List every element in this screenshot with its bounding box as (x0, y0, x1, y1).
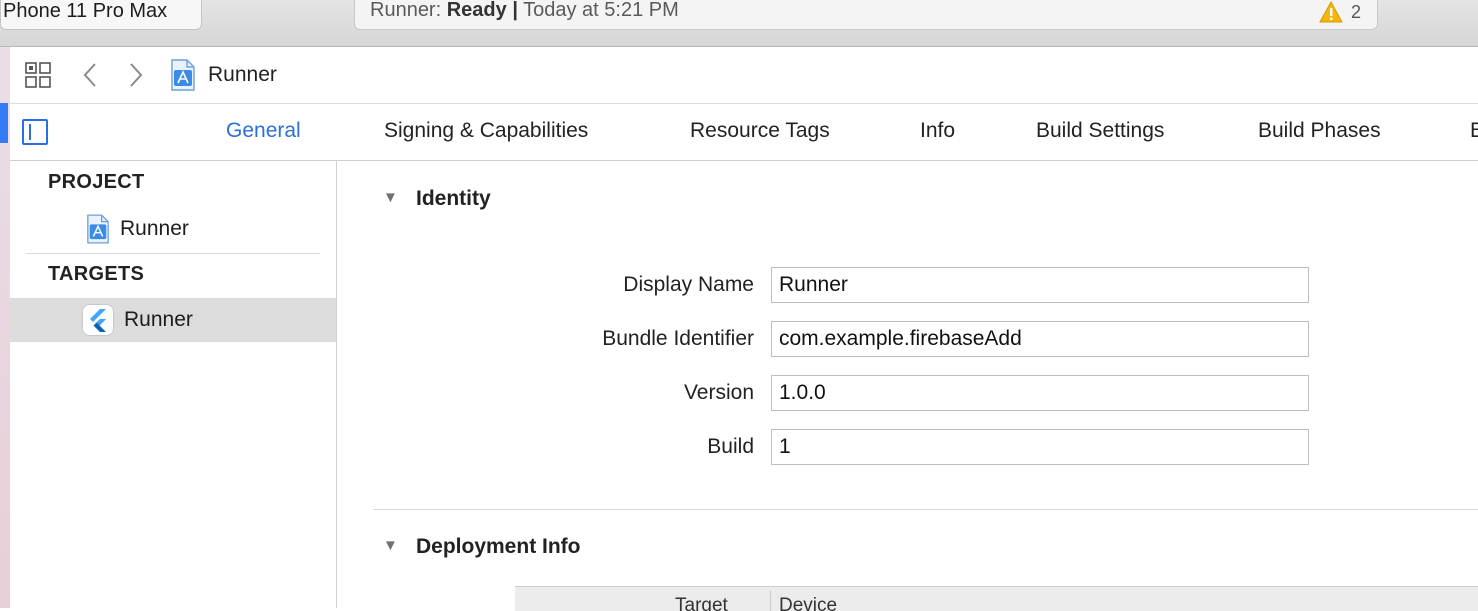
tab-resource-tags[interactable]: Resource Tags (690, 104, 830, 160)
build-status: Runner: Ready | Today at 5:21 PM (370, 0, 679, 23)
section-divider (26, 253, 320, 254)
forward-chevron-icon (130, 63, 143, 87)
section-divider (373, 509, 1478, 510)
related-items-grid-icon (25, 62, 51, 88)
warning-count: 2 (1350, 2, 1361, 22)
navigator-edge (0, 47, 10, 608)
status-time: Today at 5:21 PM (523, 0, 679, 21)
build-label: Build (707, 435, 754, 458)
tab-info[interactable]: Info (920, 104, 955, 160)
status-app: Runner: (370, 0, 442, 21)
project-section-header: PROJECT (48, 171, 145, 193)
back-chevron-icon (83, 63, 96, 87)
deployment-info-section-title: Deployment Info (416, 535, 581, 558)
sidebar-toggle-icon[interactable] (22, 119, 48, 145)
project-item-runner[interactable]: Runner (10, 207, 336, 251)
identity-section-title: Identity (416, 187, 491, 210)
tab-signing-capabilities[interactable]: Signing & Capabilities (384, 104, 588, 160)
warning-icon (1319, 1, 1343, 23)
version-label: Version (683, 381, 754, 404)
deployment-disclosure-triangle-icon[interactable]: ▼ (383, 537, 398, 554)
bundle-identifier-field[interactable] (771, 321, 1309, 357)
tab-build-rules-truncated[interactable]: B (1470, 104, 1478, 160)
forward-button[interactable] (128, 47, 144, 103)
identity-disclosure-triangle-icon[interactable]: ▼ (383, 189, 398, 206)
target-item-label: Runner (124, 308, 193, 331)
jump-bar-project[interactable]: Runner (170, 47, 277, 103)
display-name-field[interactable] (771, 267, 1309, 303)
status-state: Ready (446, 0, 507, 21)
status-separator: | (512, 0, 518, 21)
project-item-label: Runner (120, 217, 189, 240)
tab-general[interactable]: General (226, 104, 301, 160)
tab-build-settings[interactable]: Build Settings (1036, 104, 1164, 160)
jump-bar: Runner (10, 47, 1478, 104)
column-divider (770, 591, 771, 611)
window-toolbar: Phone 11 Pro Max Runner: Ready | Today a… (0, 0, 1478, 47)
related-items-button[interactable] (24, 47, 52, 103)
flutter-app-icon (82, 304, 114, 336)
warnings-indicator[interactable]: 2 (1319, 0, 1361, 25)
scheme-device-selector[interactable]: Phone 11 Pro Max (0, 0, 202, 30)
deployment-table-header: Target Device (515, 586, 1478, 611)
tab-build-phases[interactable]: Build Phases (1258, 104, 1381, 160)
build-field[interactable] (771, 429, 1309, 465)
bundle-identifier-label: Bundle Identifier (602, 327, 754, 350)
display-name-label: Display Name (623, 273, 754, 296)
back-button[interactable] (82, 47, 98, 103)
selection-accent (0, 103, 8, 143)
scheme-device-label: Phone 11 Pro Max (3, 0, 168, 22)
editor-tabs-bar: General Signing & Capabilities Resource … (10, 104, 1478, 161)
column-header-target[interactable]: Target (675, 595, 728, 611)
xcode-project-icon (171, 59, 195, 91)
jump-bar-title: Runner (208, 63, 277, 86)
version-field[interactable] (771, 375, 1309, 411)
activity-viewer: Runner: Ready | Today at 5:21 PM 2 (354, 0, 1378, 30)
general-editor: ▼ Identity Display Name Bundle Identifie… (337, 161, 1478, 611)
target-item-runner[interactable]: Runner (10, 298, 336, 342)
column-header-device[interactable]: Device (779, 595, 837, 611)
project-targets-list: PROJECT Runner TARGETS Runner (10, 161, 337, 608)
targets-section-header: TARGETS (48, 263, 145, 285)
xcode-project-icon (87, 214, 109, 244)
